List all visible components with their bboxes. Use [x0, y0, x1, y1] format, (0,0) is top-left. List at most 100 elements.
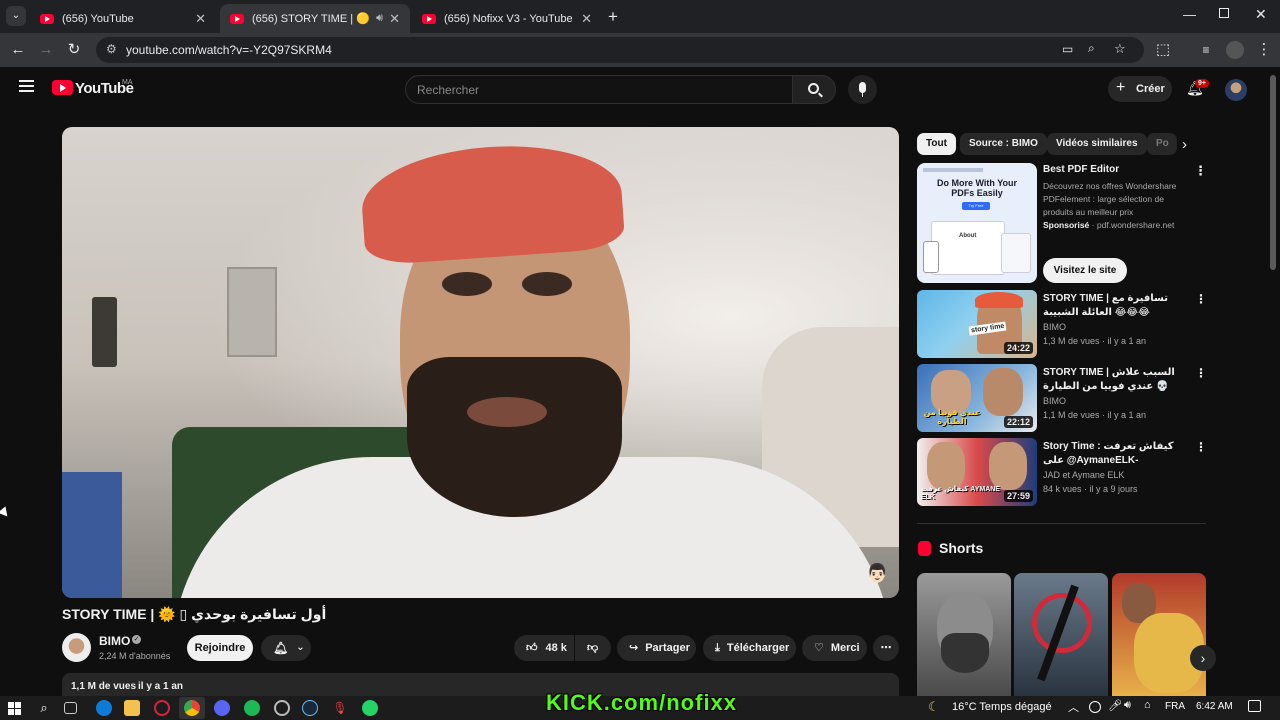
close-icon[interactable]: ✕	[581, 11, 592, 27]
tab-nofixx[interactable]: (656) Nofixx V3 - YouTube ✕	[412, 4, 602, 33]
reco-more-icon[interactable]: ⋮	[1195, 440, 1207, 454]
chevron-right-icon[interactable]: ›	[1182, 136, 1187, 153]
join-button[interactable]: Rejoindre	[187, 635, 253, 661]
tab-youtube-home[interactable]: (656) YouTube ✕	[30, 4, 216, 33]
edge-icon[interactable]	[96, 700, 112, 716]
subscribed-bell-button[interactable]: 🔔︎ ⌄	[261, 635, 311, 661]
search-input[interactable]: Rechercher	[405, 75, 793, 104]
youtube-favicon-icon	[230, 13, 244, 24]
minimize-icon[interactable]: —	[1183, 7, 1196, 22]
close-icon[interactable]: ✕	[195, 11, 206, 27]
microphone-app-icon[interactable]: 🎙︎	[332, 700, 348, 716]
opera-icon[interactable]	[154, 700, 170, 716]
moon-weather-icon: ☾	[928, 699, 940, 714]
mic-tray-icon[interactable]: 🎤︎	[1108, 699, 1122, 712]
discord-icon[interactable]	[214, 700, 230, 716]
youtube-favicon-icon	[422, 13, 436, 24]
short-thumbnail[interactable]	[917, 573, 1011, 696]
short-thumbnail[interactable]	[1112, 573, 1206, 696]
chip-partial[interactable]: Po	[1147, 133, 1177, 155]
search-icon[interactable]: ⌕	[36, 700, 52, 716]
close-icon[interactable]: ✕	[389, 11, 400, 27]
visit-site-button[interactable]: Visitez le site	[1043, 258, 1127, 283]
install-icon[interactable]: ▭	[1062, 42, 1073, 56]
voice-search-button[interactable]	[848, 75, 877, 104]
weather-text[interactable]: 16°C Temps dégagé	[952, 701, 1052, 713]
more-actions-button[interactable]: ⋯	[873, 635, 899, 661]
hamburger-menu-icon[interactable]	[19, 80, 34, 92]
person-mouth	[467, 397, 547, 427]
profile-avatar[interactable]	[1226, 41, 1244, 59]
channel-avatar[interactable]	[62, 633, 91, 662]
shorts-next-button[interactable]: ›	[1190, 645, 1216, 671]
chip-source[interactable]: Source : BIMO	[960, 133, 1047, 155]
speaker-icon[interactable]: 🔊︎	[376, 12, 383, 25]
ad-title[interactable]: Best PDF Editor	[1043, 164, 1119, 175]
volume-icon[interactable]: 🔊︎	[1124, 699, 1131, 712]
channel-name[interactable]: BIMO	[99, 634, 130, 648]
reco-title: STORY TIME | السبب علاش عندي فوبيا من ال…	[1043, 367, 1175, 392]
zoom-icon[interactable]: ⌕	[1088, 41, 1095, 56]
youtube-logo-icon[interactable]	[52, 80, 73, 95]
dislike-button[interactable]: 👎︎	[575, 635, 611, 661]
page-scrollbar[interactable]	[1270, 75, 1276, 270]
thanks-button[interactable]: ♡ Merci	[802, 635, 867, 661]
notification-center-icon[interactable]	[1248, 700, 1261, 712]
account-avatar[interactable]	[1225, 79, 1247, 101]
new-tab-icon[interactable]: +	[608, 7, 618, 27]
like-button[interactable]: 👍︎ 48 k	[514, 635, 574, 661]
menu-kebab-icon[interactable]: ⋮	[1254, 40, 1274, 60]
extensions-icon[interactable]: ⬚	[1153, 40, 1173, 60]
bookmark-star-icon[interactable]: ☆	[1114, 41, 1126, 57]
language-indicator[interactable]: FRA	[1165, 701, 1185, 712]
search-button[interactable]	[792, 75, 836, 104]
restore-icon[interactable]	[1219, 8, 1229, 18]
monitor-shape	[62, 472, 122, 598]
video-title-arabic: أول تسافيرة بوحدي	[191, 606, 327, 622]
reco-item[interactable]: كيفاش عرفت AYMANE ELK 27:59 Story Time :…	[917, 438, 1207, 506]
spotify-icon[interactable]	[244, 700, 260, 716]
site-info-icon[interactable]: ⚙︎	[106, 42, 117, 56]
chrome-icon[interactable]	[184, 700, 200, 716]
obs-icon[interactable]	[274, 700, 290, 716]
reco-meta: 1,3 M de vues · il y a 1 an	[1043, 336, 1147, 346]
windows-start-icon[interactable]	[6, 700, 22, 716]
tab-search-button[interactable]: ⌄	[6, 6, 26, 26]
chip-similar[interactable]: Vidéos similaires	[1047, 133, 1147, 155]
address-bar[interactable]: ⚙︎ youtube.com/watch?v=-Y2Q97SKRM4 ▭ ⌕ ☆	[96, 37, 1144, 63]
back-icon[interactable]: ←	[8, 40, 28, 60]
tab-story-time[interactable]: (656) STORY TIME | 🟡 ▯ي... 🔊︎ ✕	[220, 4, 410, 33]
short-thumbnail[interactable]	[1014, 573, 1108, 696]
tray-app-icon[interactable]	[1089, 701, 1101, 713]
file-explorer-icon[interactable]	[124, 700, 140, 716]
whatsapp-icon[interactable]	[362, 700, 378, 716]
task-view-icon[interactable]	[64, 702, 77, 714]
tray-chevron-icon[interactable]: ︿	[1068, 699, 1079, 715]
reco-more-icon[interactable]: ⋮	[1195, 292, 1207, 306]
clock-time[interactable]: 6:42 AM	[1196, 701, 1233, 712]
create-button[interactable]: + Créer	[1108, 76, 1172, 102]
reco-more-icon[interactable]: ⋮	[1195, 366, 1207, 380]
tab-title: (656) Nofixx V3 - YouTube	[444, 12, 573, 25]
reco-item[interactable]: story time 24:22 STORY TIME | تسافيرة مع…	[917, 290, 1207, 358]
media-control-icon[interactable]: ≡	[1196, 40, 1216, 60]
reco-thumbnail: كيفاش عرفت AYMANE ELK 27:59	[917, 438, 1037, 506]
video-player[interactable]: 👨🏻	[62, 127, 899, 598]
steam-icon[interactable]	[302, 700, 318, 716]
reco-meta: 84 k vues · il y a 9 jours	[1043, 484, 1138, 494]
chevron-down-icon: ⌄	[296, 642, 305, 653]
reco-channel: JAD et Aymane ELK	[1043, 470, 1125, 480]
more-horizontal-icon: ⋯	[880, 642, 892, 654]
network-icon[interactable]: ⌂	[1144, 699, 1151, 711]
close-window-icon[interactable]: ✕	[1255, 6, 1267, 23]
ad-more-icon[interactable]: ⋮	[1194, 163, 1207, 179]
chip-all[interactable]: Tout	[917, 133, 956, 155]
share-button[interactable]: ↪ Partager	[617, 635, 696, 661]
ad-thumbnail[interactable]: Do More With Your PDFs Easily Try Free A…	[917, 163, 1037, 283]
search-icon	[808, 83, 819, 94]
download-button[interactable]: ⤓ Télécharger	[703, 635, 796, 661]
reco-item[interactable]: عندي فوبيا من الطيارة 22:12 STORY TIME |…	[917, 364, 1207, 432]
youtube-favicon-icon	[40, 13, 54, 24]
reload-icon[interactable]: ↻	[64, 40, 84, 60]
forward-icon[interactable]: →	[36, 40, 56, 60]
